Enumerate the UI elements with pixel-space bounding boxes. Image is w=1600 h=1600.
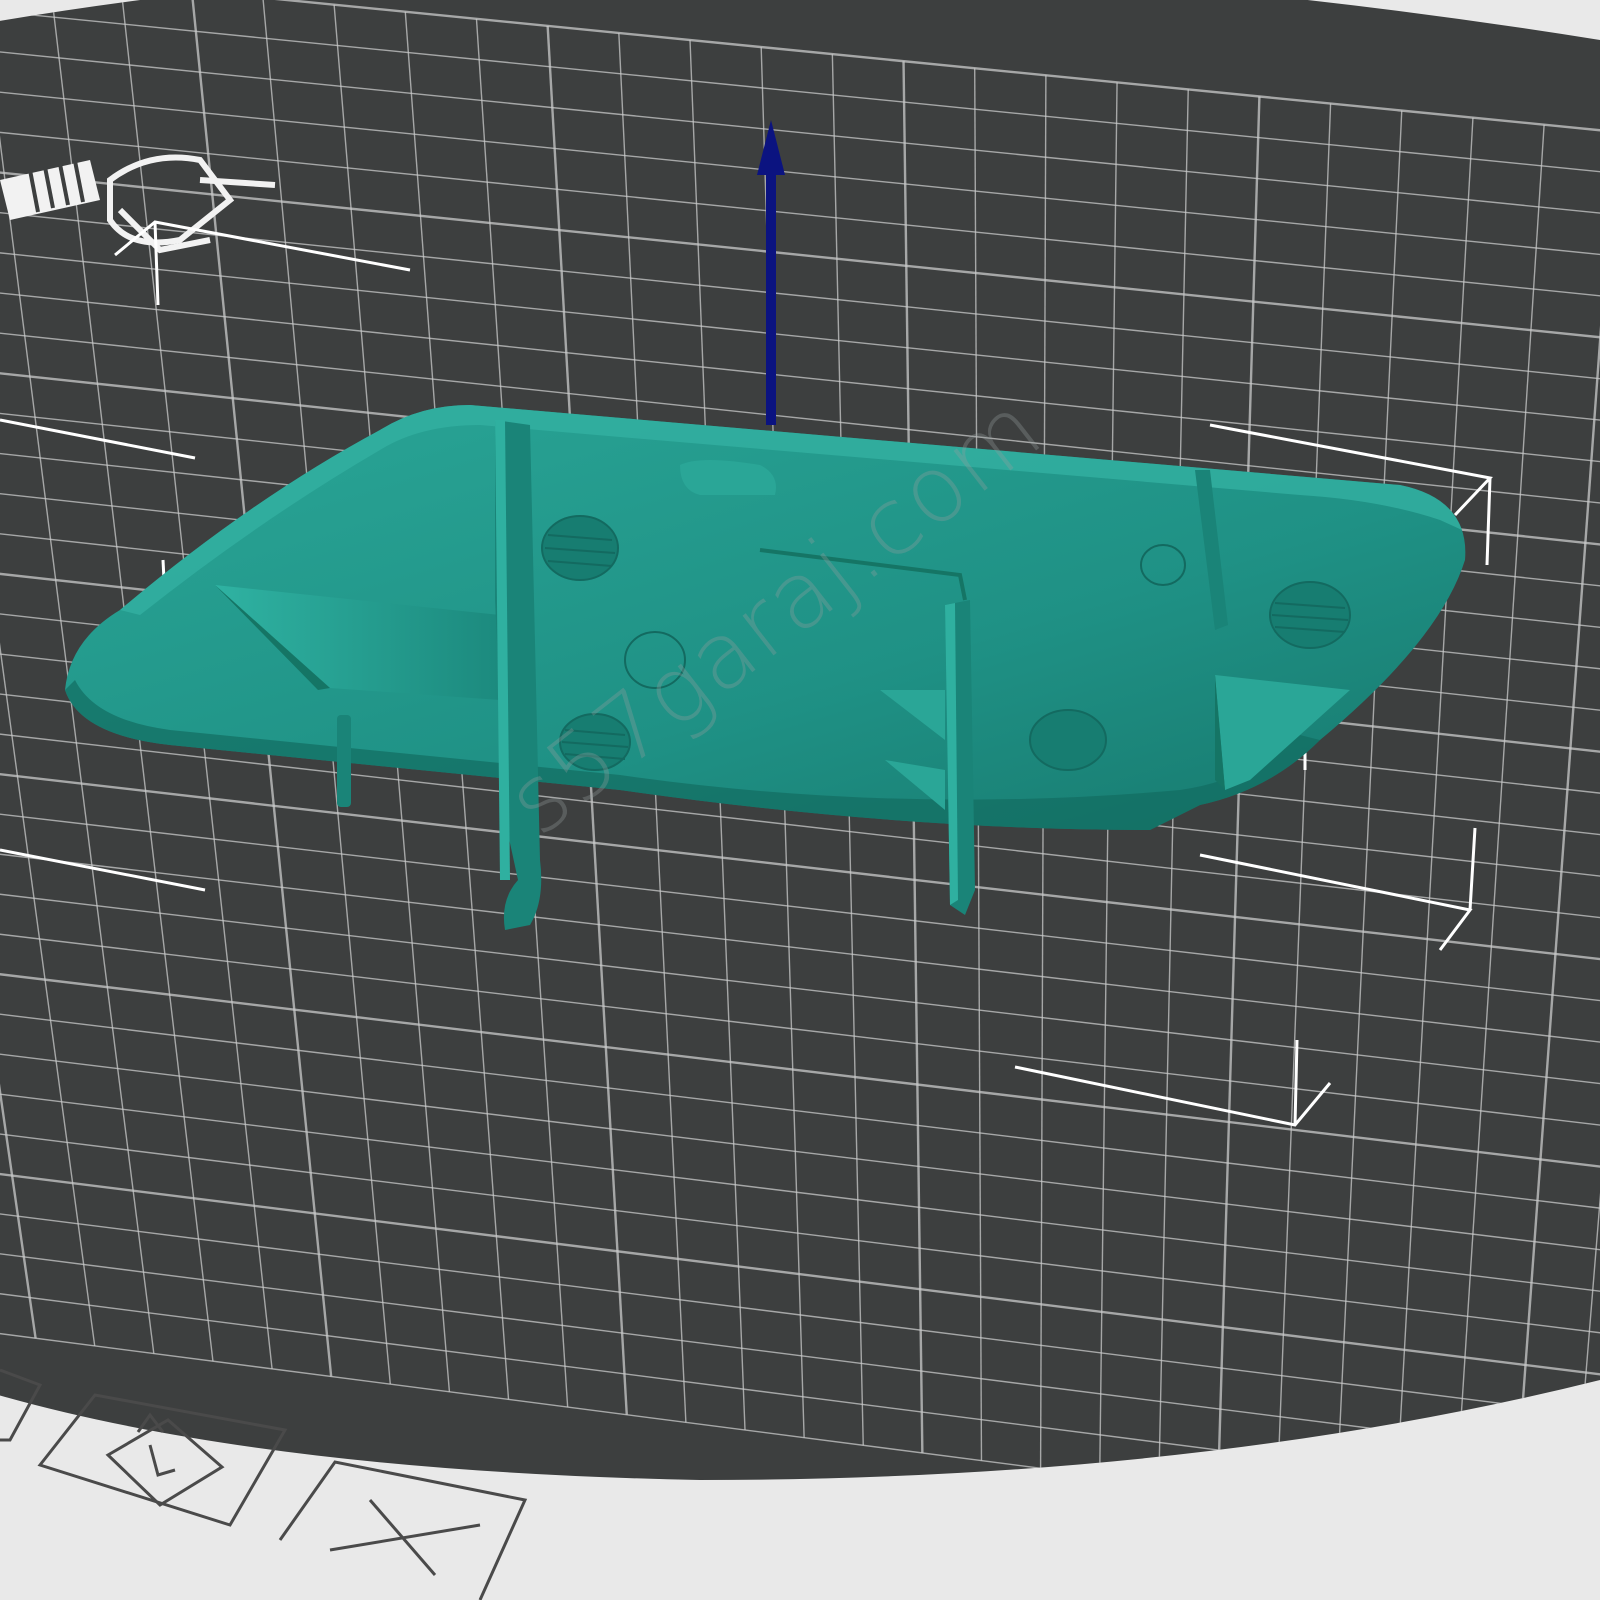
- 3d-viewport[interactable]: s57garaj.com: [0, 0, 1600, 1600]
- scene-canvas[interactable]: [0, 0, 1600, 1600]
